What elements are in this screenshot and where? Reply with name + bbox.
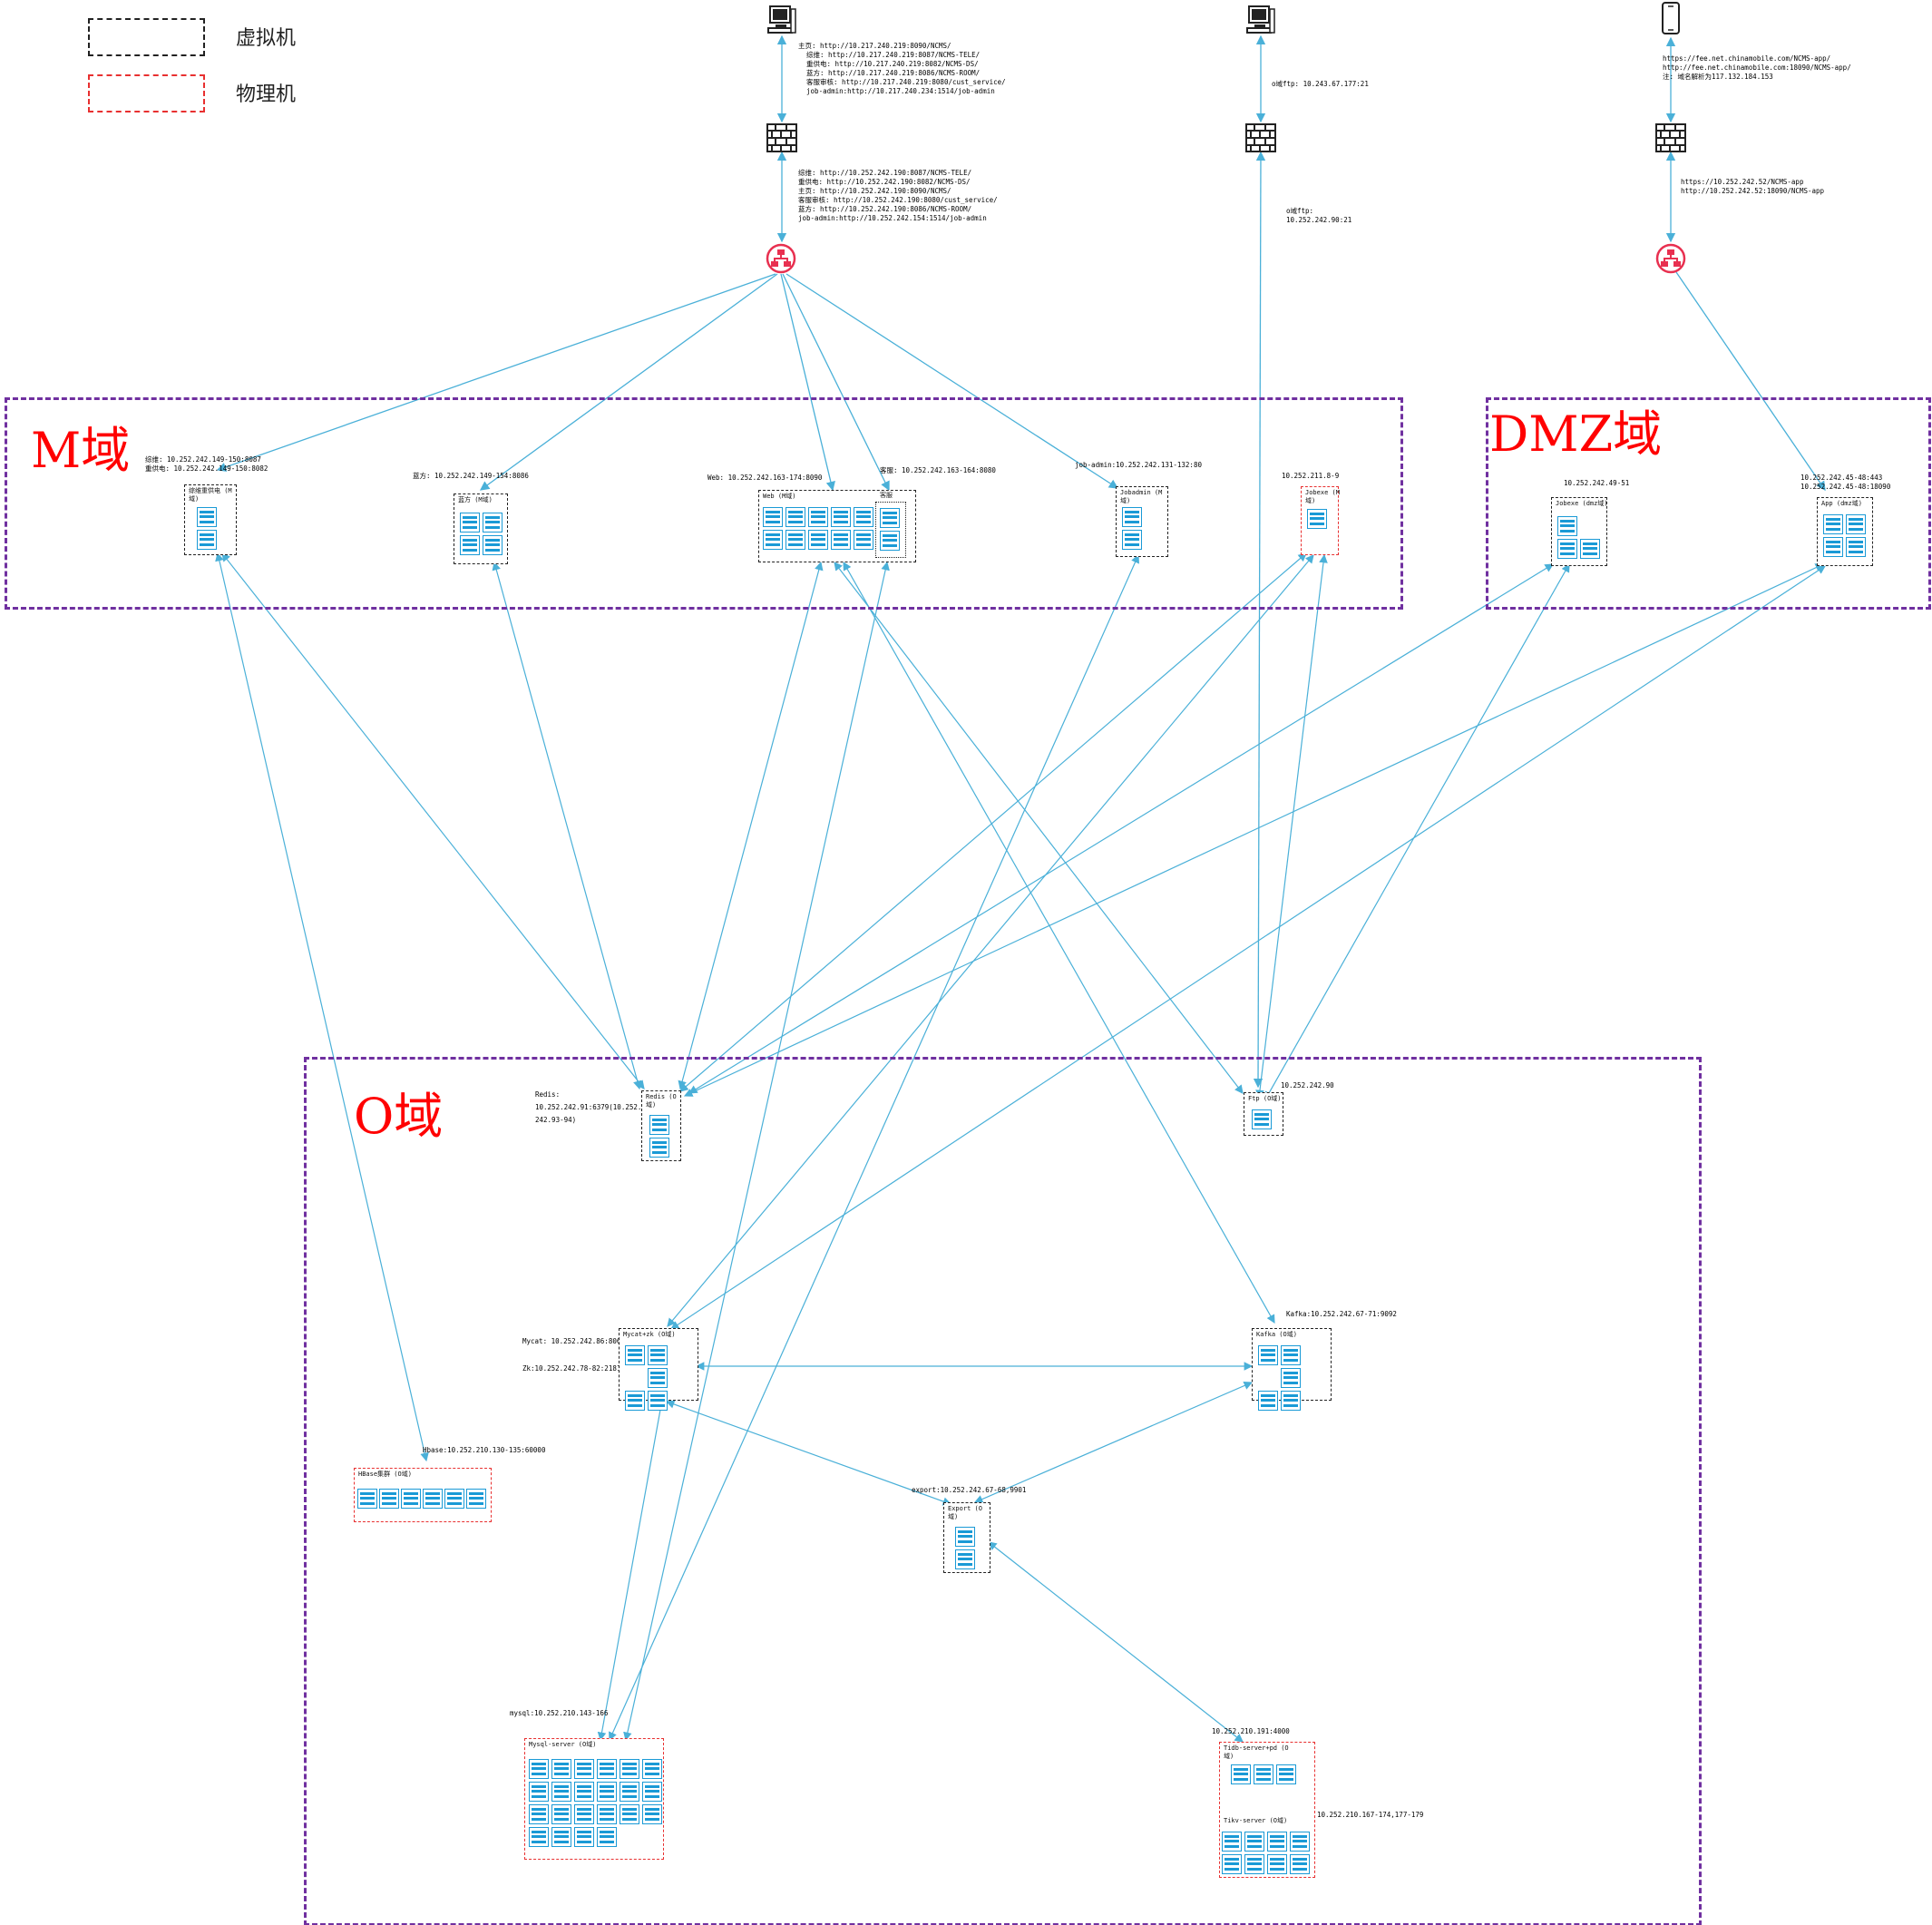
server-kefu[interactable]: 客服 [875,492,906,558]
server-lanfang[interactable]: 蓝方 (M域) [454,493,508,564]
link-dmzjob-redis [688,563,1555,1094]
note-o-redis: Redis: 10.252.242.91:6379(10.252. 242.93… [535,1090,642,1124]
note-top-firewall-in: 主页: http://10.217.240.219:8090/NCMS/ 综维:… [798,42,1006,95]
link-zonghe-redis [221,552,645,1090]
note-app-top: https://fee.net.chinamobile.com/NCMS-app… [1663,54,1851,81]
server-label: HBase集群 (O域) [358,1471,412,1478]
note-o-kafka: Kafka:10.252.242.67-71:9092 [1286,1310,1397,1318]
server-rack-icon [625,1345,668,1411]
note-ftp-top: o域ftp: 10.243.67.177:21 [1272,80,1369,88]
server-rack-icon [357,1489,486,1509]
server-kafka[interactable]: Kafka (O域) [1252,1328,1332,1411]
note-o-mycat: Mycat: 10.252.242.86:8066 [522,1337,625,1345]
tikv-label: Tikv-server (O域) [1224,1817,1288,1824]
server-app[interactable]: App (dmz域) [1817,497,1873,566]
note-top-firewall-out: 综维: http://10.252.242.190:8087/NCMS-TELE… [798,169,998,222]
note-o-export: export:10.252.242.67-68,9901 [912,1486,1027,1494]
server-rack-icon [1252,1109,1272,1129]
server-rack-icon [1231,1764,1296,1784]
note-o-hbase: Hbase:10.252.210.130-135:60000 [423,1446,546,1454]
server-zonghe[interactable]: 综维重供电 (M 域) [184,484,237,555]
router-icon [1655,243,1686,278]
server-web[interactable]: Web (M域) 客服 [758,490,916,562]
m-zone-title: M域 [31,422,131,479]
computer-icon[interactable] [1245,4,1276,38]
o-zone-title: O域 [354,1088,444,1145]
dmz-zone-title: DMZ域 [1489,406,1663,463]
note-o-tidb-pd: 10.252.210.191:4000 [1212,1727,1290,1735]
link-web-ftp [834,562,1244,1094]
link-web-redis [678,561,824,1090]
legend-physical-swatch [88,74,205,112]
server-label: Export (O 域) [948,1505,982,1520]
firewall-icon [1245,123,1276,156]
server-label: 蓝方 (M域) [458,496,493,503]
server-label: Web (M域) [763,493,796,500]
server-ftp[interactable]: Ftp (O域) [1244,1092,1283,1136]
note-m-jobexe: 10.252.211.8-9 [1282,472,1340,480]
server-label: 客服 [880,492,893,499]
server-rack-icon [1258,1345,1301,1411]
server-rack-icon [1122,507,1142,550]
server-rack-icon [1557,516,1600,559]
server-rack-icon [529,1759,662,1847]
server-jobexe-m[interactable]: Jobexe (M 域) [1301,486,1340,555]
note-dmz-app: 10.252.242.45-48:443 10.252.242.45-48:18… [1800,474,1891,491]
server-rack-icon [197,507,217,550]
note-dmz-jobexe: 10.252.242.49-51 [1564,479,1630,487]
note-ftp-mid: o域ftp: 10.252.242.90:21 [1286,207,1352,224]
architecture-diagram: 虚拟机 物理机 M域 DMZ域 O域 主页: http://10.217.240… [0,0,1932,1925]
note-o-tikv: 10.252.210.167-174,177-179 [1317,1811,1424,1819]
server-export[interactable]: Export (O 域) [943,1502,990,1573]
server-label: Tidb-server+pd (O 域) [1224,1744,1289,1760]
legend-virtual-label: 虚拟机 [236,27,297,50]
server-label: App (dmz域) [1821,500,1862,507]
server-mysql[interactable]: Mysql-server (O域) [524,1738,664,1860]
server-label: Mycat+zk (O域) [623,1331,676,1338]
server-rack-icon [880,508,900,551]
firewall-icon [1655,123,1686,156]
server-label: Jobadmin (M 域) [1120,489,1163,504]
server-label: Jobexe (M 域) [1305,489,1340,504]
note-m-web: Web: 10.252.242.163-174:8090 [707,474,823,482]
server-rack-icon [1307,509,1327,529]
server-rack-icon [955,1527,975,1569]
note-m-zonghe: 综维: 10.252.242.149-150:8087 重供电: 10.252.… [145,455,268,473]
server-hbase[interactable]: HBase集群 (O域) [354,1468,492,1522]
server-redis[interactable]: Redis (O 域) [641,1090,681,1161]
server-label: Ftp (O域) [1248,1095,1282,1102]
note-m-jobadmin: job-admin:10.252.242.131-132:80 [1075,461,1202,469]
server-label: 综维重供电 (M 域) [189,487,232,503]
server-mycat[interactable]: Mycat+zk (O域) [619,1328,698,1411]
server-label: Redis (O 域) [646,1093,677,1109]
link-jobexe-ftp [1255,553,1328,1099]
server-jobadmin[interactable]: Jobadmin (M 域) [1116,486,1168,557]
legend-virtual-swatch [88,18,205,56]
firewall-icon [766,123,797,156]
server-jobexe-dmz[interactable]: Jobexe (dmz域) [1551,497,1608,566]
server-tidb[interactable]: Tidb-server+pd (O 域) Tikv-server (O域) [1219,1742,1315,1878]
note-m-kefu: 客服: 10.252.242.163-164:8080 [880,466,996,474]
computer-icon[interactable] [766,4,797,38]
mobile-phone-icon[interactable] [1661,2,1681,38]
link-jobexe-redis [679,552,1307,1092]
note-o-ftp: 10.252.242.90 [1281,1081,1334,1090]
link-app-redis [683,563,1825,1097]
server-label: Kafka (O域) [1256,1331,1297,1338]
link-dmzjob-ftp [1264,562,1570,1101]
server-rack-icon [1823,514,1866,557]
note-o-zk: Zk:10.252.242.78-82:2181 [522,1364,621,1373]
router-icon [766,243,796,278]
note-app-mid: https://10.252.242.52/NCMS-app http://10… [1681,178,1825,195]
legend-physical-label: 物理机 [236,83,297,106]
note-o-mysql: mysql:10.252.210.143-166 [510,1709,609,1717]
server-label: Jobexe (dmz域) [1556,500,1608,507]
note-m-lanfang: 蓝方: 10.252.242.149-154:8086 [413,472,529,480]
link-lanfang-redis [492,561,642,1090]
server-label: Mysql-server (O域) [529,1741,597,1748]
server-rack-icon [1222,1832,1310,1874]
server-rack-icon [649,1115,669,1158]
server-rack-icon [460,513,503,555]
